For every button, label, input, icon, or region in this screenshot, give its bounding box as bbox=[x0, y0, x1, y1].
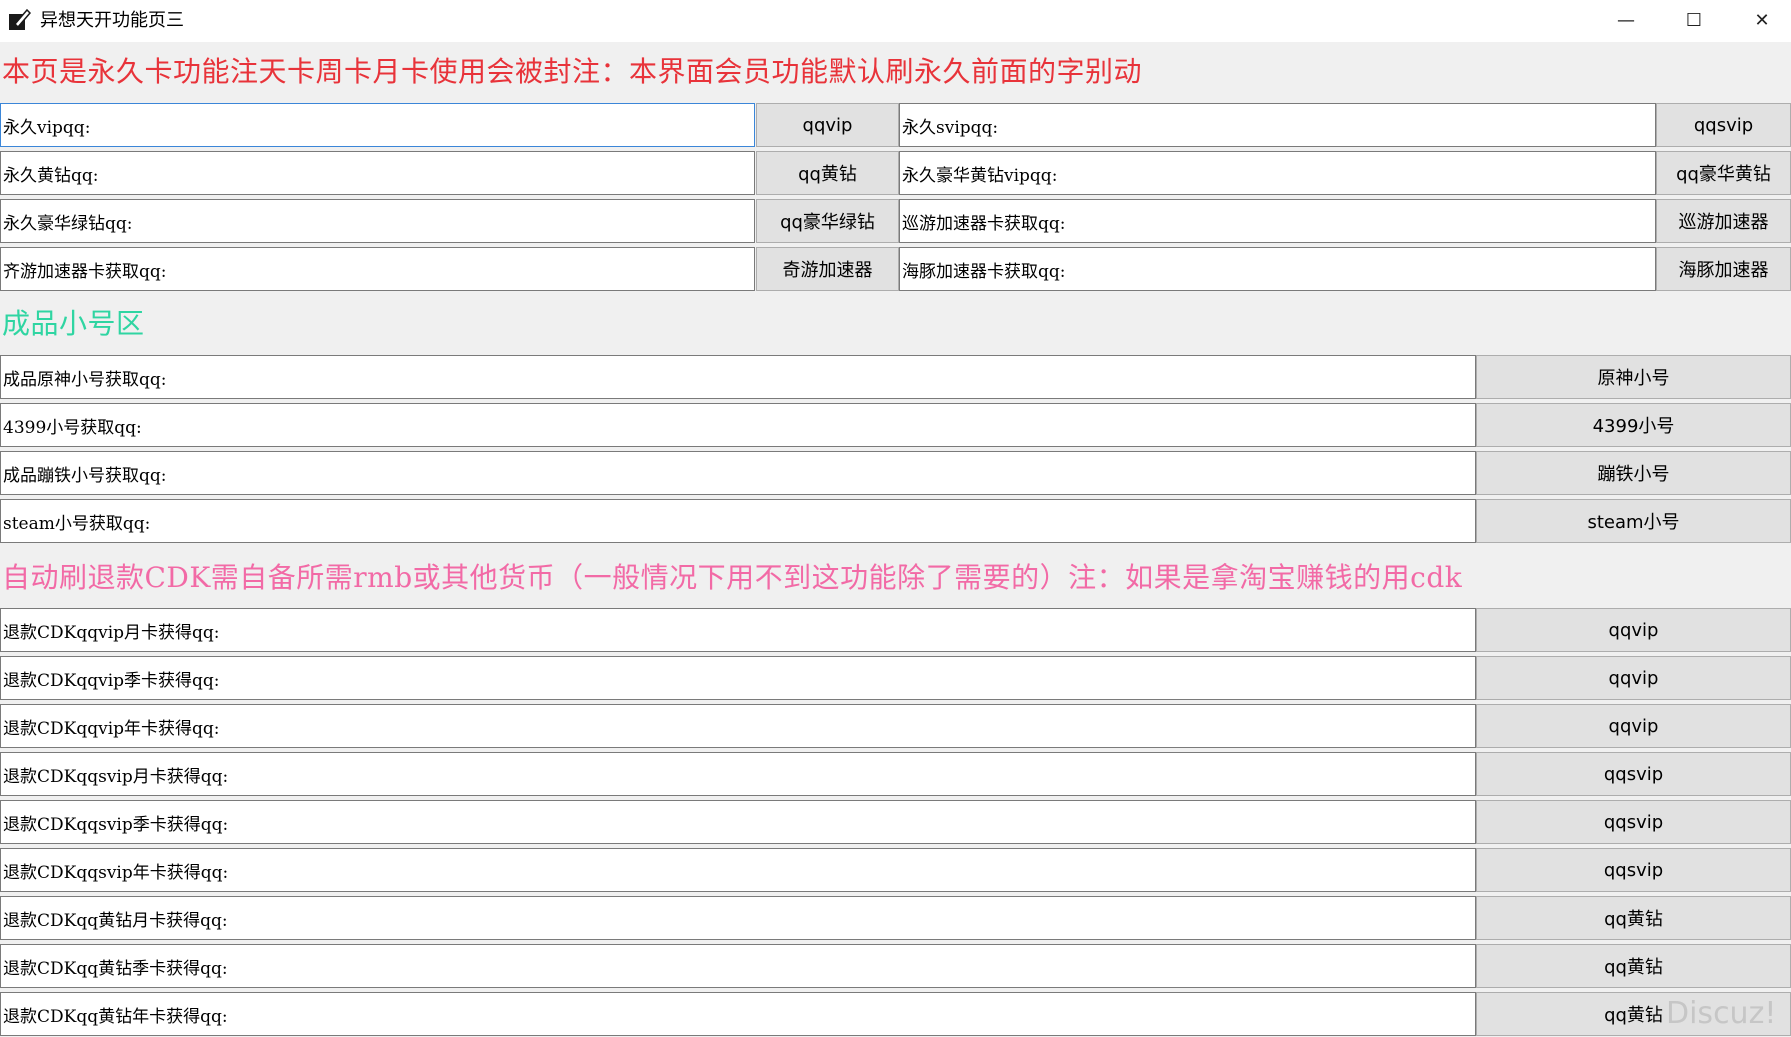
refund-qqsvip-season-input[interactable] bbox=[0, 800, 1476, 844]
refund-yellow-month-button[interactable]: qq黄钻 bbox=[1476, 896, 1791, 940]
permanent-svip-input[interactable] bbox=[899, 103, 1656, 147]
refund-yellow-season-input[interactable] bbox=[0, 944, 1476, 988]
permanent-luxury-yellow-input[interactable] bbox=[899, 151, 1656, 195]
steam-account-button[interactable]: steam小号 bbox=[1476, 499, 1791, 543]
refund-qqsvip-month-input[interactable] bbox=[0, 752, 1476, 796]
refund-qqsvip-year-button[interactable]: qqsvip bbox=[1476, 848, 1791, 892]
4399-account-button[interactable]: 4399小号 bbox=[1476, 403, 1791, 447]
notice-heading: 本页是永久卡功能注天卡周卡月卡使用会被封注：本界面会员功能默认刷永久前面的字别动 bbox=[2, 55, 1143, 88]
genshin-account-button[interactable]: 原神小号 bbox=[1476, 355, 1791, 399]
discuz-watermark: Discuz! bbox=[1666, 996, 1777, 1031]
steam-account-input[interactable] bbox=[0, 499, 1476, 543]
refund-qqvip-year-button[interactable]: qqvip bbox=[1476, 704, 1791, 748]
window-title: 异想天开功能页三 bbox=[40, 10, 184, 31]
dolphin-accelerator-input[interactable] bbox=[899, 247, 1656, 291]
refund-yellow-month-input[interactable] bbox=[0, 896, 1476, 940]
refund-qqvip-month-button[interactable]: qqvip bbox=[1476, 608, 1791, 652]
refund-heading: 自动刷退款CDK需自备所需rmb或其他货币（一般情况下用不到这功能除了需要的）注… bbox=[2, 561, 1463, 594]
permanent-yellow-diamond-input[interactable] bbox=[0, 151, 755, 195]
refund-qqvip-year-input[interactable] bbox=[0, 704, 1476, 748]
qqsvip-button[interactable]: qqsvip bbox=[1656, 103, 1791, 147]
title-bar[interactable]: 异想天开功能页三 — ☐ ✕ bbox=[0, 0, 1791, 42]
permanent-luxury-green-input[interactable] bbox=[0, 199, 755, 243]
permanent-vip-input[interactable] bbox=[0, 103, 755, 147]
qiyou-accelerator-input[interactable] bbox=[0, 247, 755, 291]
cruise-accelerator-input[interactable] bbox=[899, 199, 1656, 243]
minimize-button[interactable]: — bbox=[1592, 0, 1660, 42]
starrail-account-button[interactable]: 蹦铁小号 bbox=[1476, 451, 1791, 495]
qiyou-accelerator-button[interactable]: 奇游加速器 bbox=[756, 247, 899, 291]
refund-qqsvip-year-input[interactable] bbox=[0, 848, 1476, 892]
qq-luxury-green-button[interactable]: qq豪华绿钻 bbox=[756, 199, 899, 243]
refund-qqsvip-month-button[interactable]: qqsvip bbox=[1476, 752, 1791, 796]
refund-qqvip-month-input[interactable] bbox=[0, 608, 1476, 652]
refund-qqsvip-season-button[interactable]: qqsvip bbox=[1476, 800, 1791, 844]
refund-qqvip-season-input[interactable] bbox=[0, 656, 1476, 700]
4399-account-input[interactable] bbox=[0, 403, 1476, 447]
refund-qqvip-season-button[interactable]: qqvip bbox=[1476, 656, 1791, 700]
starrail-account-input[interactable] bbox=[0, 451, 1476, 495]
qq-yellow-diamond-button[interactable]: qq黄钻 bbox=[756, 151, 899, 195]
genshin-account-input[interactable] bbox=[0, 355, 1476, 399]
cruise-accelerator-button[interactable]: 巡游加速器 bbox=[1656, 199, 1791, 243]
qq-luxury-yellow-button[interactable]: qq豪华黄钻 bbox=[1656, 151, 1791, 195]
refund-yellow-season-button[interactable]: qq黄钻 bbox=[1476, 944, 1791, 988]
dolphin-accelerator-button[interactable]: 海豚加速器 bbox=[1656, 247, 1791, 291]
qqvip-button[interactable]: qqvip bbox=[756, 103, 899, 147]
pen-icon bbox=[9, 8, 31, 30]
maximize-button[interactable]: ☐ bbox=[1660, 0, 1728, 42]
close-button[interactable]: ✕ bbox=[1728, 0, 1791, 42]
accounts-heading: 成品小号区 bbox=[2, 307, 145, 340]
refund-yellow-year-input[interactable] bbox=[0, 992, 1476, 1036]
